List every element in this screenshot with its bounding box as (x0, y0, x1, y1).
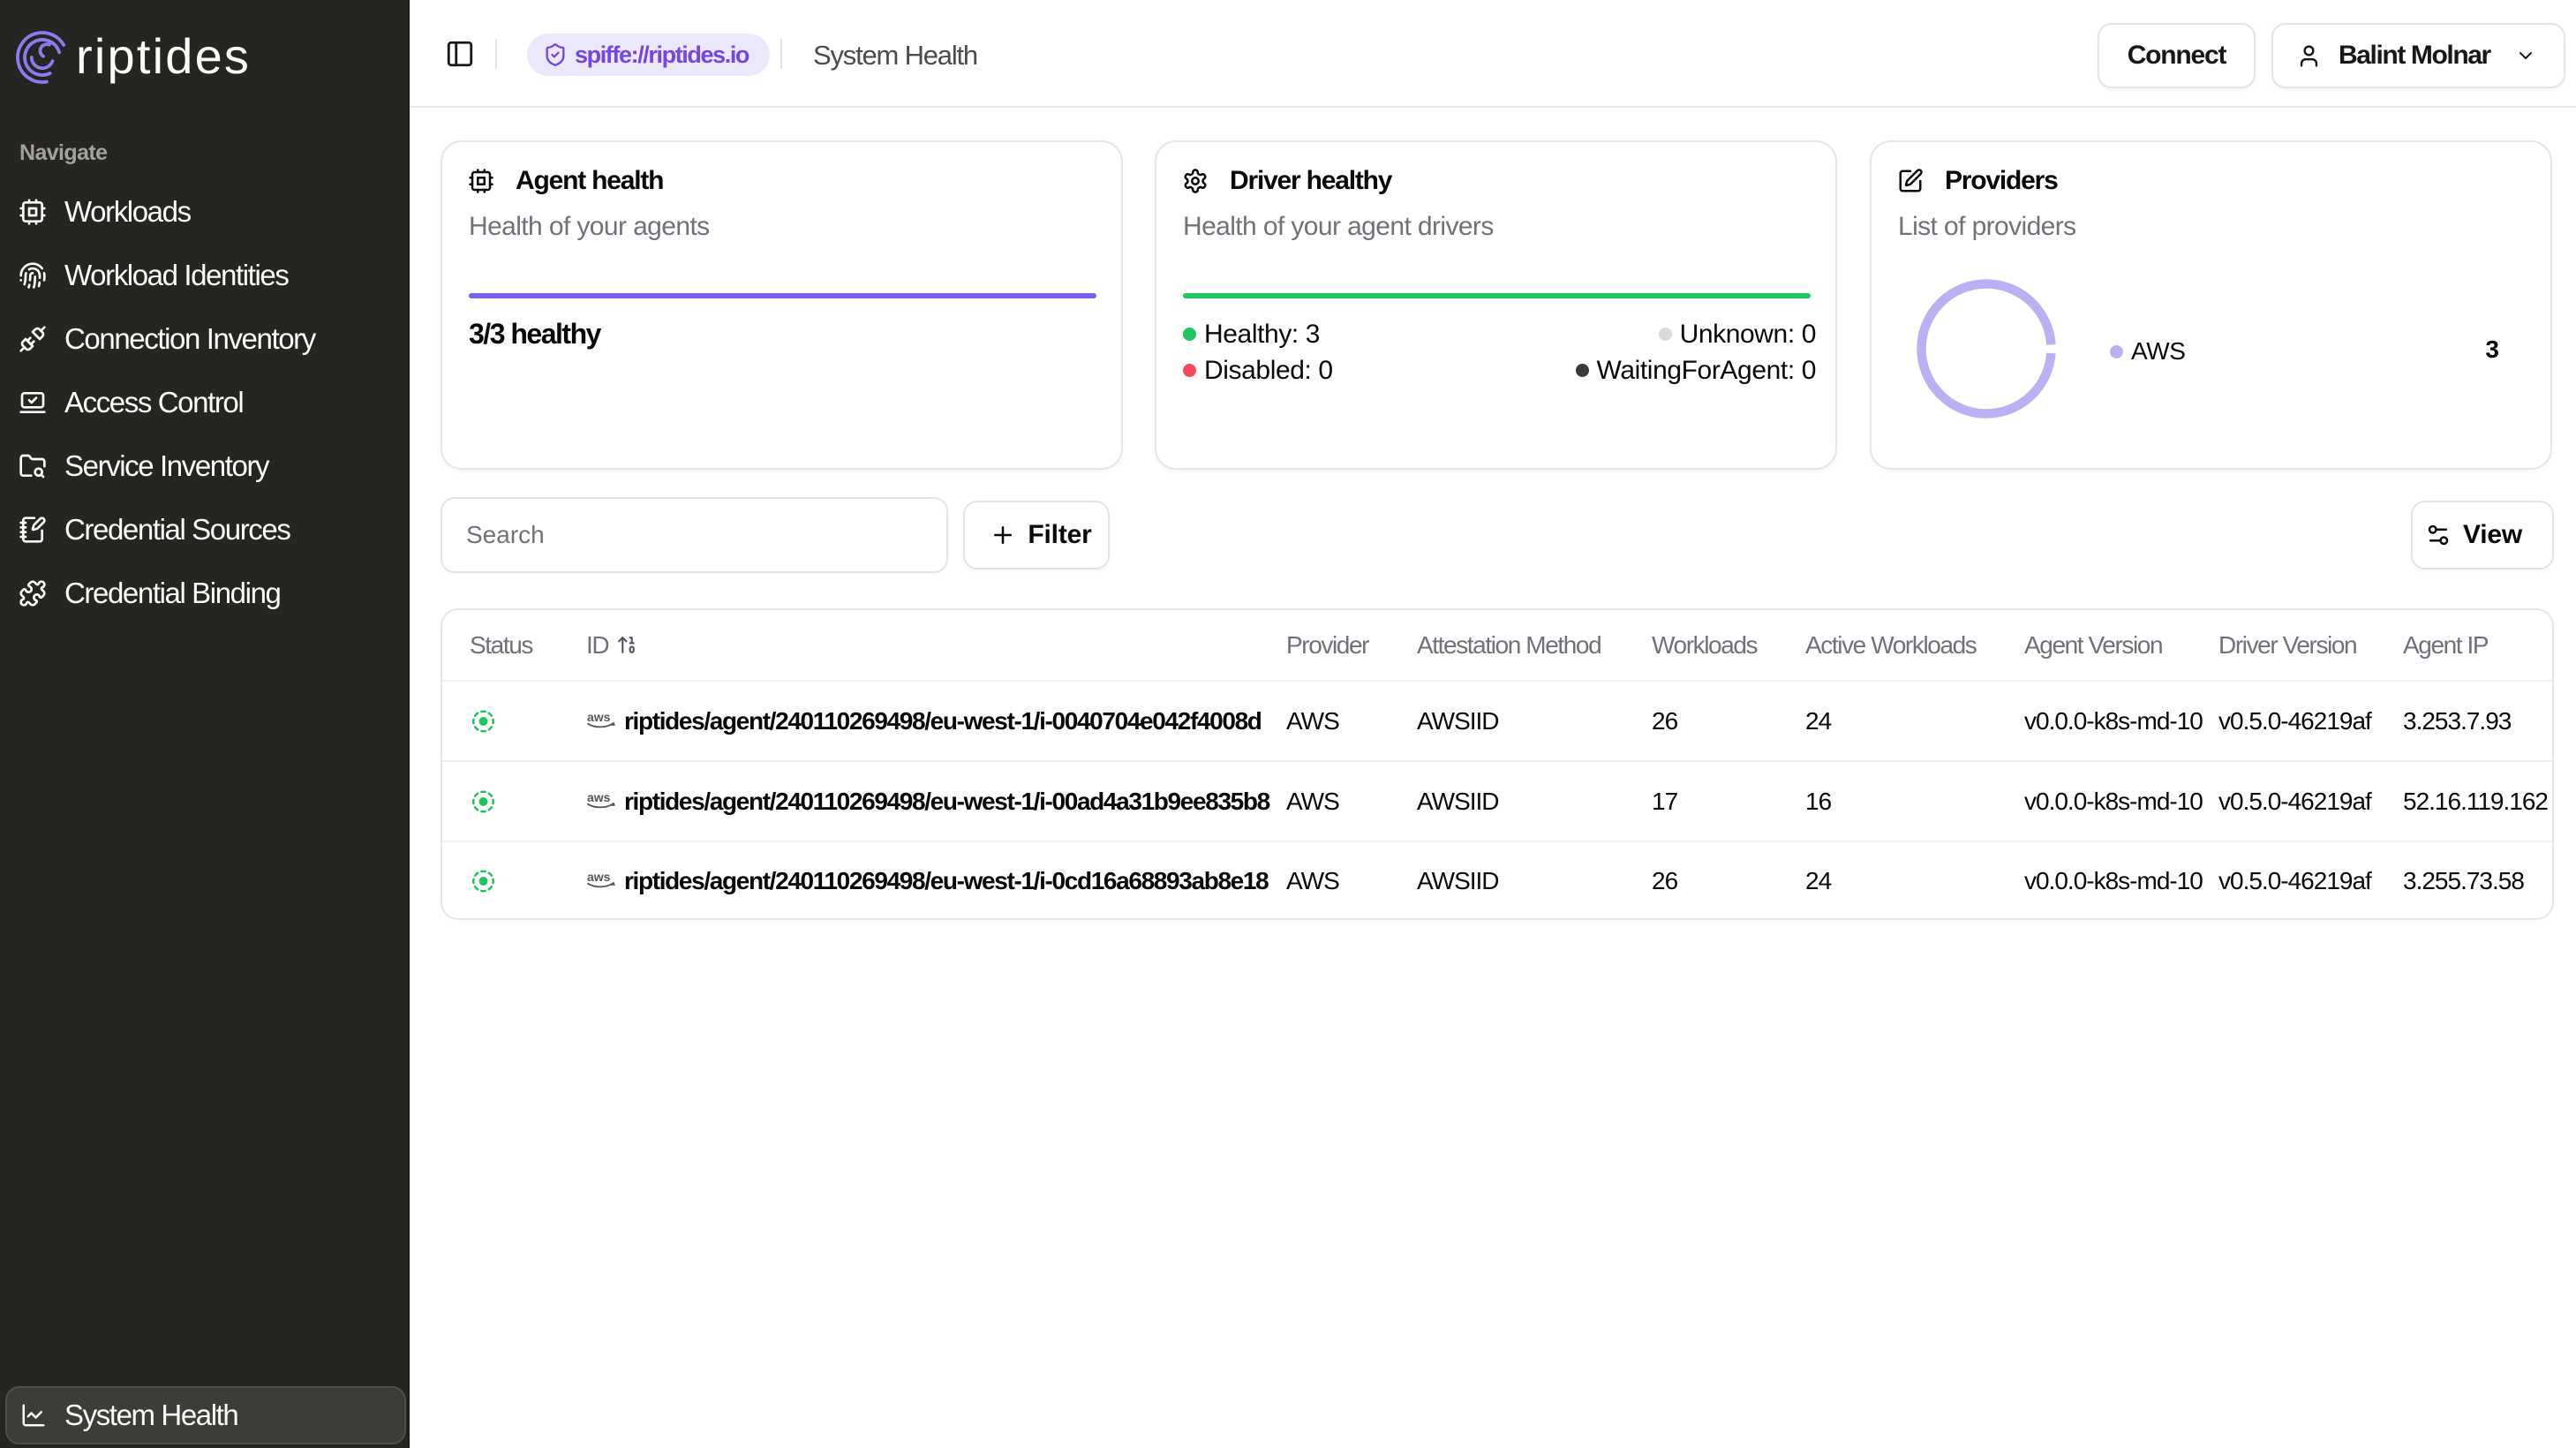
svg-text:aws: aws (587, 710, 611, 724)
svg-text:aws: aws (587, 790, 611, 804)
svg-text:aws: aws (587, 870, 611, 884)
